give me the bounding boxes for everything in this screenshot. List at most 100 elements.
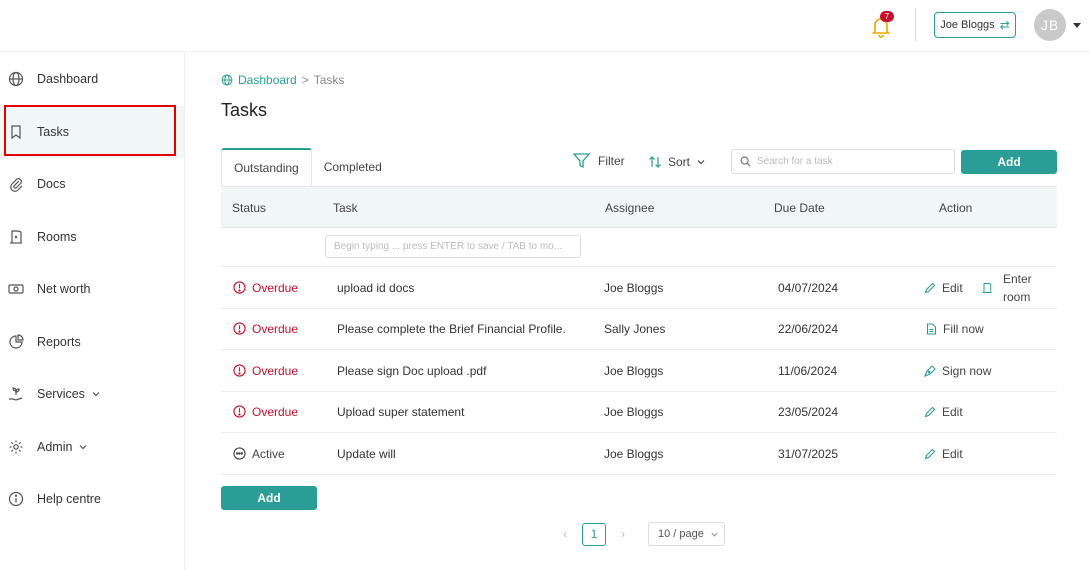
status-cell: Active (233, 433, 285, 474)
edit-label: Edit (942, 404, 963, 419)
ellipsis-circle-icon (233, 447, 246, 460)
hand-plant-icon (8, 386, 24, 402)
sidebar-item-dashboard[interactable]: Dashboard (0, 53, 184, 105)
top-header: 7 Joe Bloggs ⇄ JB (0, 0, 1090, 52)
task-tabs: Outstanding Completed (221, 148, 394, 186)
page-title: Tasks (221, 100, 268, 120)
table-row[interactable]: Overdue Please sign Doc upload .pdf Joe … (221, 350, 1057, 392)
status-badge: Overdue (252, 280, 299, 295)
status-badge: Active (252, 446, 285, 461)
page-size-select[interactable]: 10 / page (648, 522, 725, 546)
status-cell: Overdue (233, 391, 298, 432)
chevron-down-icon (80, 445, 87, 450)
edit-action[interactable]: Edit (924, 391, 963, 432)
column-header-task: Task (333, 201, 358, 215)
sort-label: Sort (668, 155, 691, 169)
sign-now-action[interactable]: Sign now (924, 350, 991, 391)
table-row[interactable]: Overdue Upload super statement Joe Blogg… (221, 391, 1057, 433)
table-row[interactable]: Overdue Please complete the Brief Financ… (221, 308, 1057, 350)
edit-action[interactable]: Edit (924, 433, 963, 474)
sidebar-item-services[interactable]: Services (0, 368, 184, 420)
sidebar-item-label: Rooms (37, 230, 77, 244)
sidebar-item-label: Admin (37, 440, 73, 454)
gear-icon (8, 439, 24, 455)
sidebar-item-docs[interactable]: Docs (0, 158, 184, 210)
filter-label: Filter (598, 153, 625, 168)
table-row[interactable]: Overdue upload id docs Joe Bloggs 04/07/… (221, 267, 1057, 309)
door-icon (8, 229, 24, 245)
page-number-current[interactable]: 1 (582, 522, 606, 546)
status-cell: Overdue (233, 267, 298, 308)
assignee-cell: Joe Bloggs (604, 363, 664, 378)
exclamation-circle-icon (233, 281, 246, 294)
pie-chart-icon (8, 334, 24, 350)
sidebar-item-label: Services (37, 387, 85, 401)
sidebar-item-rooms[interactable]: Rooms (0, 211, 184, 263)
sidebar-item-reports[interactable]: Reports (0, 316, 184, 368)
task-cell[interactable]: Upload super statement (337, 391, 464, 432)
filter-button[interactable]: Filter (573, 153, 625, 168)
column-header-assignee: Assignee (605, 201, 655, 215)
breadcrumb: Dashboard > Tasks (221, 73, 344, 87)
tab-completed[interactable]: Completed (312, 148, 394, 186)
fill-now-action[interactable]: Fill now (926, 308, 984, 349)
chevron-down-icon (711, 532, 718, 537)
sidebar-item-label: Docs (37, 177, 66, 191)
exclamation-circle-icon (233, 364, 246, 377)
sidebar-item-admin[interactable]: Admin (0, 421, 184, 473)
globe-icon (8, 71, 24, 87)
swap-arrows-icon: ⇄ (999, 18, 1010, 32)
task-cell[interactable]: Please sign Doc upload .pdf (337, 350, 486, 391)
assignee-cell: Joe Bloggs (604, 280, 664, 295)
sidebar-item-tasks[interactable]: Tasks (0, 106, 184, 158)
search-icon (740, 156, 751, 167)
filter-icon (573, 153, 590, 168)
table-header: Status Task Assignee Due Date Action (221, 186, 1057, 228)
fill-now-label: Fill now (943, 321, 984, 336)
add-task-button[interactable]: Add (961, 150, 1057, 174)
sidebar-item-label: Tasks (37, 125, 69, 139)
prev-page-icon[interactable]: ‹ (556, 522, 574, 546)
caret-down-icon[interactable] (1073, 23, 1081, 28)
pen-nib-icon (924, 364, 936, 377)
task-cell[interactable]: upload id docs (337, 267, 414, 308)
column-header-due-date: Due Date (774, 201, 825, 215)
search-field[interactable] (731, 149, 955, 174)
pencil-icon (924, 282, 936, 294)
switch-user-button[interactable]: Joe Bloggs ⇄ (934, 12, 1016, 38)
assignee-cell: Joe Bloggs (604, 446, 664, 461)
breadcrumb-dashboard-link[interactable]: Dashboard (238, 73, 297, 87)
enter-room-label-line2: room (1003, 289, 1031, 304)
edit-action[interactable]: Edit (924, 267, 963, 308)
search-input[interactable] (757, 156, 947, 167)
tab-outstanding[interactable]: Outstanding (221, 148, 312, 186)
sidebar-item-help-centre[interactable]: Help centre (0, 473, 184, 525)
sort-button[interactable]: Sort (648, 155, 706, 169)
exclamation-circle-icon (233, 405, 246, 418)
task-cell[interactable]: Update will (337, 433, 396, 474)
sidebar-item-label: Help centre (37, 492, 101, 506)
breadcrumb-separator: > (301, 73, 309, 87)
sidebar-item-net-worth[interactable]: Net worth (0, 263, 184, 315)
enter-room-action[interactable]: Enter room (981, 267, 1032, 308)
switch-user-label: Joe Bloggs (940, 19, 995, 31)
status-badge: Overdue (252, 363, 299, 378)
header-divider (915, 8, 916, 41)
column-header-status: Status (232, 201, 267, 215)
exclamation-circle-icon (233, 322, 246, 335)
info-icon (8, 491, 24, 507)
task-cell[interactable]: Please complete the Brief Financial Prof… (337, 308, 566, 349)
edit-label: Edit (942, 446, 963, 461)
breadcrumb-current: Tasks (313, 73, 345, 87)
status-cell: Overdue (233, 308, 298, 349)
pencil-icon (924, 406, 936, 418)
sidebar-item-label: Net worth (37, 282, 91, 296)
next-page-icon[interactable]: › (614, 522, 632, 546)
avatar[interactable]: JB (1034, 9, 1066, 41)
add-task-bottom-button[interactable]: Add (221, 486, 317, 510)
page-size-value: 10 / page (658, 528, 704, 540)
table-row[interactable]: Active Update will Joe Bloggs 31/07/2025… (221, 433, 1057, 475)
new-task-input[interactable] (325, 235, 581, 258)
sidebar: Dashboard Tasks Docs Rooms Net worth Rep… (0, 53, 185, 570)
sidebar-item-label: Dashboard (37, 72, 99, 86)
